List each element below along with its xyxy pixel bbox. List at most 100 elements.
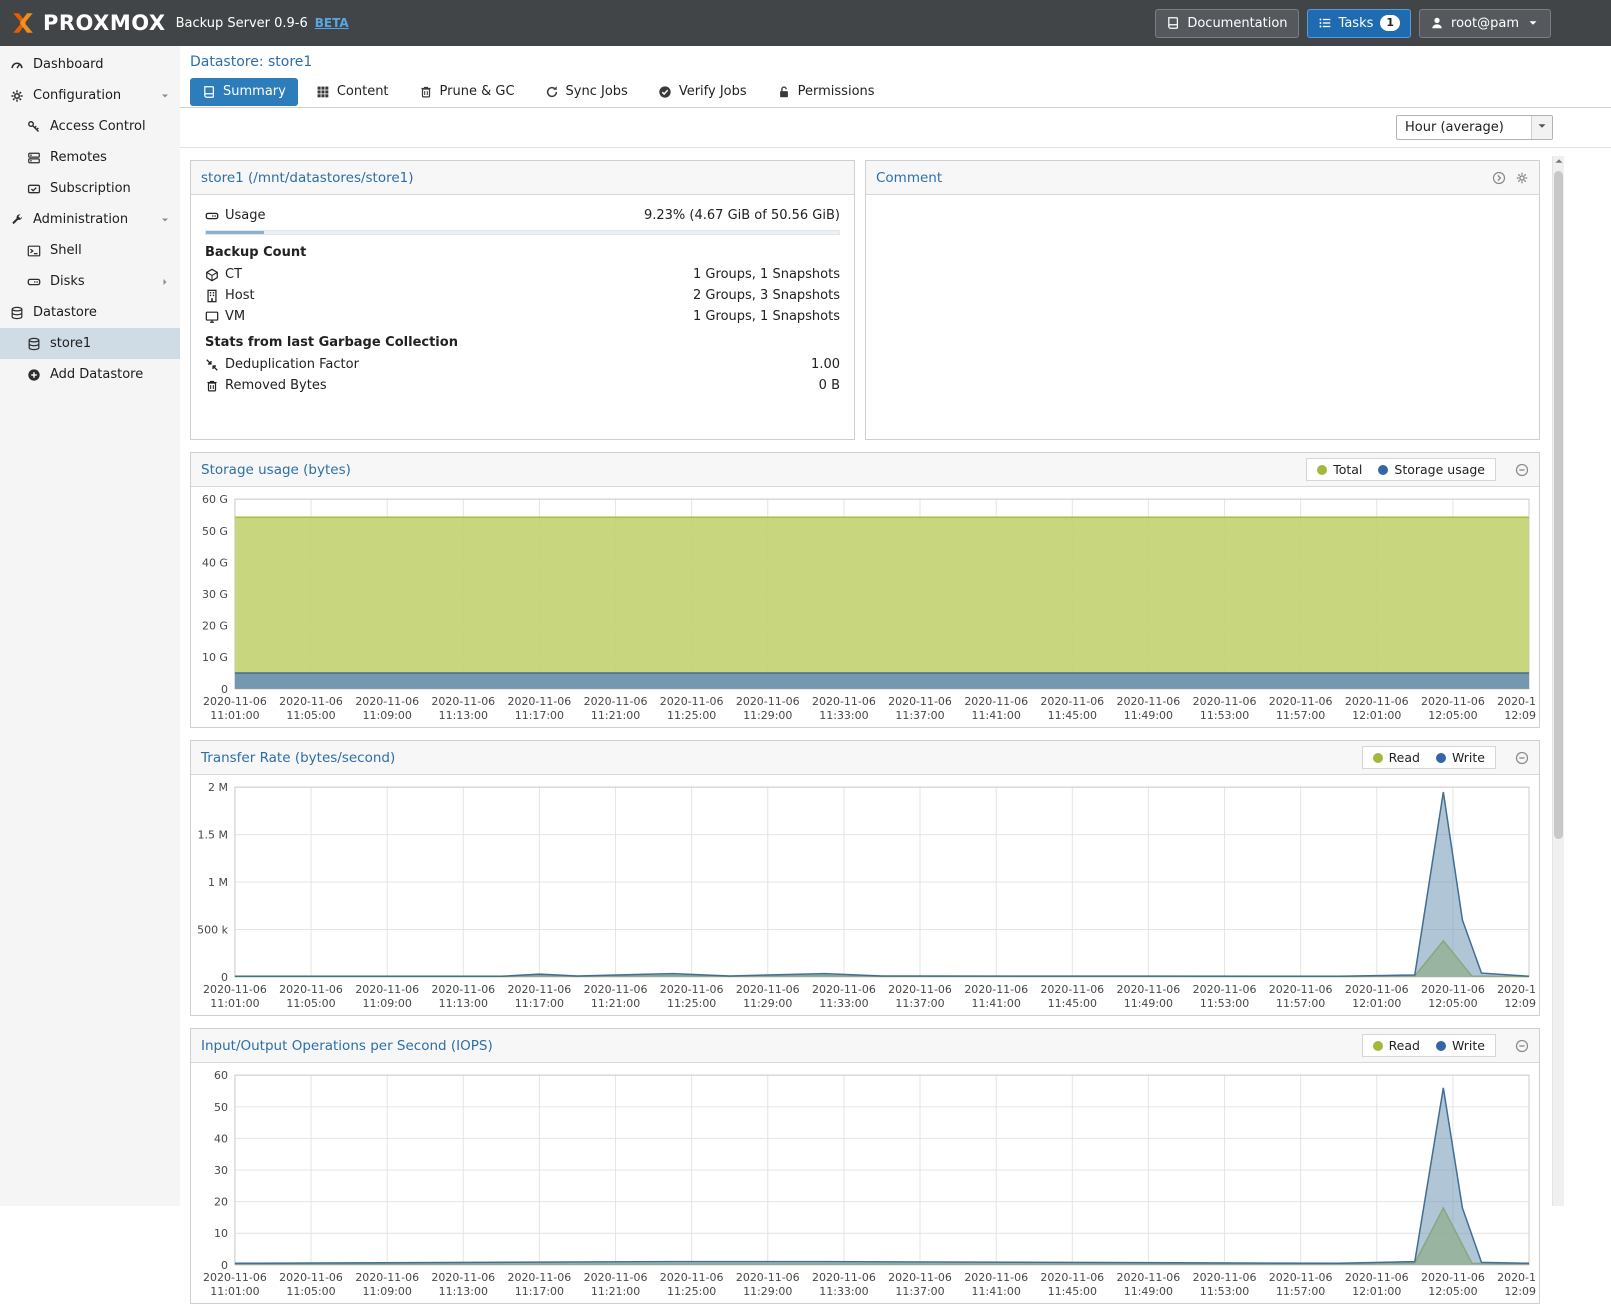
tab-verify-jobs[interactable]: Verify Jobs <box>646 78 759 106</box>
caret-up-icon <box>1552 154 1566 172</box>
caret-down-icon <box>159 214 171 226</box>
trash-icon <box>419 85 433 99</box>
scrollbar-thumb[interactable] <box>1554 171 1563 839</box>
tab-prune-gc[interactable]: Prune & GC <box>407 78 527 106</box>
summary-row-label: Host <box>225 288 255 303</box>
svg-text:1.5 M: 1.5 M <box>198 829 228 842</box>
svg-text:11:05:00: 11:05:00 <box>286 709 335 722</box>
svg-text:2020-11-06: 2020-11-06 <box>812 1271 876 1284</box>
sidebar-item-datastore[interactable]: Datastore <box>0 297 180 328</box>
content-area: store1 (/mnt/datastores/store1) Usage 9.… <box>180 148 1540 1304</box>
chart-legend: Total Storage usage <box>1306 458 1496 481</box>
svg-text:11:41:00: 11:41:00 <box>972 709 1021 722</box>
summary-panel-header: store1 (/mnt/datastores/store1) <box>191 161 854 195</box>
svg-text:11:01:00: 11:01:00 <box>210 1285 259 1298</box>
svg-text:11:49:00: 11:49:00 <box>1124 997 1173 1010</box>
svg-text:2020-11-06: 2020-11-06 <box>812 983 876 996</box>
chart-toolbar: Hour (average) <box>180 108 1611 148</box>
main-content: Datastore: store1 Summary Content Prune … <box>180 46 1611 1206</box>
vertical-scrollbar[interactable] <box>1552 156 1564 1206</box>
legend-dot <box>1373 1041 1383 1051</box>
svg-text:11:17:00: 11:17:00 <box>515 997 564 1010</box>
sidebar-item-remotes[interactable]: Remotes <box>0 142 180 173</box>
minus-circle-icon[interactable] <box>1515 463 1529 477</box>
book-icon <box>202 85 216 99</box>
sidebar-item-shell[interactable]: Shell <box>0 235 180 266</box>
tab-permissions[interactable]: Permissions <box>765 78 887 106</box>
svg-text:11:33:00: 11:33:00 <box>819 709 868 722</box>
minus-circle-icon[interactable] <box>1515 751 1529 765</box>
tab-label: Permissions <box>798 84 875 99</box>
trash-icon <box>205 379 225 393</box>
svg-text:2020-11-06: 2020-11-06 <box>508 695 572 708</box>
svg-text:2020-11-06: 2020-11-06 <box>888 695 952 708</box>
usage-progress-bar <box>205 230 840 235</box>
svg-text:12:05:00: 12:05:00 <box>1428 997 1477 1010</box>
svg-text:50 G: 50 G <box>202 525 228 538</box>
svg-text:2020-11-06: 2020-11-06 <box>203 1271 267 1284</box>
user-menu-button[interactable]: root@pam <box>1419 9 1551 38</box>
chart-legend: Read Write <box>1362 746 1496 769</box>
svg-text:2020-11-06: 2020-11-06 <box>888 983 952 996</box>
documentation-button[interactable]: Documentation <box>1155 9 1298 38</box>
summary-row-deduplication-factor: Deduplication Factor 1.00 <box>205 354 840 375</box>
expand-circle-icon[interactable] <box>1492 171 1506 185</box>
svg-text:11:49:00: 11:49:00 <box>1124 1285 1173 1298</box>
svg-text:20 G: 20 G <box>202 620 228 633</box>
sidebar-item-store1[interactable]: store1 <box>0 328 180 359</box>
sidebar-item-disks[interactable]: Disks <box>0 266 180 297</box>
timeframe-select[interactable]: Hour (average) <box>1396 115 1553 140</box>
svg-text:2020-11-06: 2020-11-06 <box>1497 1271 1537 1284</box>
svg-text:2020-11-06: 2020-11-06 <box>1117 695 1181 708</box>
svg-text:11:17:00: 11:17:00 <box>515 1285 564 1298</box>
svg-text:2020-11-06: 2020-11-06 <box>1117 983 1181 996</box>
svg-text:11:21:00: 11:21:00 <box>591 997 640 1010</box>
beta-link[interactable]: BETA <box>315 16 349 30</box>
tab-summary[interactable]: Summary <box>190 78 298 106</box>
legend-dot <box>1436 1041 1446 1051</box>
sidebar-item-add-datastore[interactable]: Add Datastore <box>0 359 180 390</box>
svg-text:11:29:00: 11:29:00 <box>743 997 792 1010</box>
sidebar-item-dashboard[interactable]: Dashboard <box>0 49 180 80</box>
gauge-icon <box>9 58 25 72</box>
svg-text:60 G: 60 G <box>202 493 228 506</box>
tab-sync-jobs[interactable]: Sync Jobs <box>533 78 640 106</box>
hdd-icon <box>26 275 42 289</box>
chevron-down-icon <box>1535 119 1549 137</box>
svg-text:2020-11-06: 2020-11-06 <box>660 695 724 708</box>
caret-right-icon <box>159 276 171 288</box>
svg-text:2020-11-06: 2020-11-06 <box>1193 695 1257 708</box>
chart-title: Input/Output Operations per Second (IOPS… <box>201 1038 493 1054</box>
svg-text:2020-11-06: 2020-11-06 <box>736 695 800 708</box>
sidebar-item-label: Access Control <box>50 119 146 134</box>
summary-row-label: CT <box>225 267 242 282</box>
svg-text:11:29:00: 11:29:00 <box>743 1285 792 1298</box>
user-label: root@pam <box>1451 16 1519 31</box>
scroll-up-arrow[interactable] <box>1553 156 1564 170</box>
check-circle-icon <box>658 85 672 99</box>
gear-icon[interactable] <box>1515 171 1529 185</box>
sidebar-item-access-control[interactable]: Access Control <box>0 111 180 142</box>
svg-text:1 M: 1 M <box>208 876 228 889</box>
svg-text:12:01:00: 12:01:00 <box>1352 997 1401 1010</box>
svg-text:11:37:00: 11:37:00 <box>895 1285 944 1298</box>
summary-row-value: 0 B <box>819 378 840 393</box>
svg-text:2020-11-06: 2020-11-06 <box>431 983 495 996</box>
comment-panel-title: Comment <box>876 170 942 186</box>
svg-text:2020-11-06: 2020-11-06 <box>964 695 1028 708</box>
sidebar-item-configuration[interactable]: Configuration <box>0 80 180 111</box>
sidebar-item-subscription[interactable]: Subscription <box>0 173 180 204</box>
summary-row-value: 2 Groups, 3 Snapshots <box>693 288 840 303</box>
tab-content[interactable]: Content <box>304 78 401 106</box>
summary-row-ct: CT 1 Groups, 1 Snapshots <box>205 264 840 285</box>
legend-dot <box>1317 465 1327 475</box>
combo-trigger[interactable] <box>1531 116 1552 139</box>
tasks-button[interactable]: Tasks 1 <box>1307 9 1412 38</box>
svg-text:12:01:00: 12:01:00 <box>1352 709 1401 722</box>
svg-text:11:25:00: 11:25:00 <box>667 709 716 722</box>
gc-stats-heading: Stats from last Garbage Collection <box>205 335 840 350</box>
summary-panel-body: Usage 9.23% (4.67 GiB of 50.56 GiB) Back… <box>191 195 854 406</box>
sidebar-item-administration[interactable]: Administration <box>0 204 180 235</box>
key-icon <box>26 120 42 134</box>
minus-circle-icon[interactable] <box>1515 1039 1529 1053</box>
